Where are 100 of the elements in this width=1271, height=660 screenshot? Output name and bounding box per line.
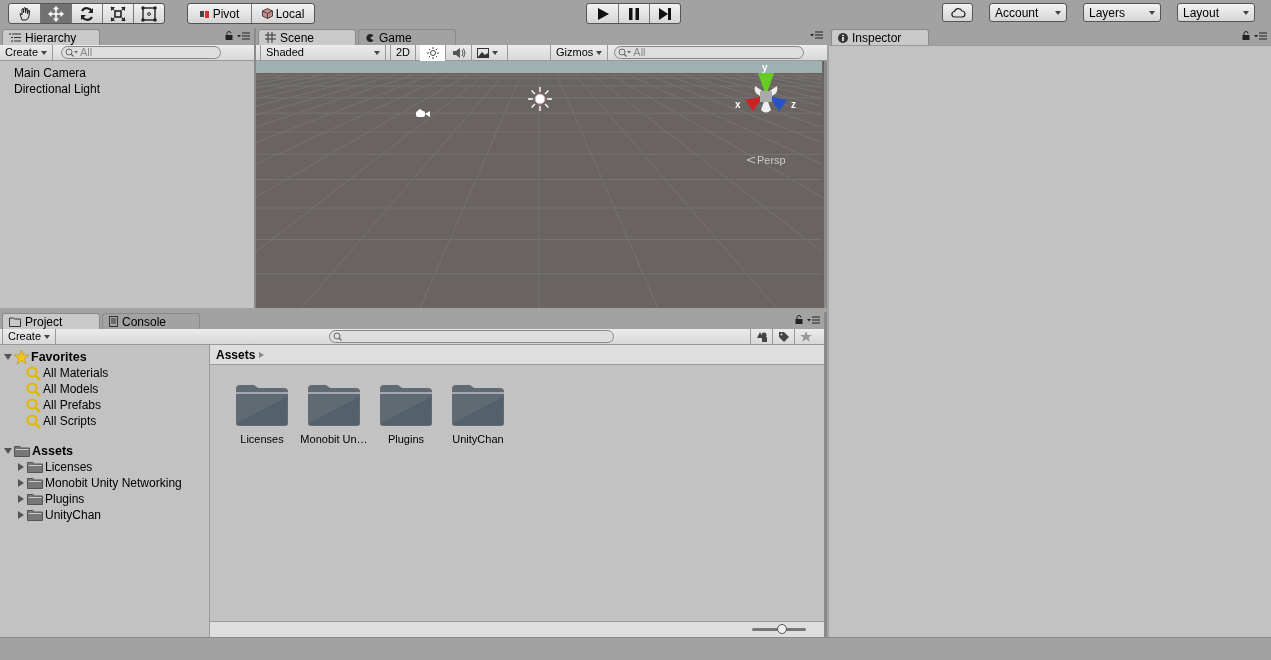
caret-icon [1055,10,1061,15]
scene-viewport[interactable]: y x z Persp [256,61,827,308]
list-icon [9,33,21,42]
panel-menu-icon[interactable] [807,315,820,324]
panel-menu-icon[interactable] [1254,31,1267,40]
sun-icon[interactable] [527,86,553,112]
grid-icon [265,32,276,43]
folder-label[interactable]: Monobit Un… [300,431,368,448]
pacman-icon [365,32,375,43]
cube-icon [261,8,273,19]
tree-section-label[interactable]: Assets [32,441,73,461]
folder-icon [27,509,43,521]
caret-icon [1243,10,1249,15]
search-icon [26,397,41,413]
step-icon [658,6,672,21]
rect-tool-icon [141,5,157,22]
create-button[interactable]: Create [0,44,54,61]
shapes-icon [755,330,768,343]
caret-icon [492,50,499,55]
axis-label: y [762,63,768,73]
breadcrumb-item[interactable]: Assets [216,345,256,364]
collapsed-arrow-icon[interactable] [17,479,25,487]
collapsed-arrow-icon[interactable] [17,511,25,519]
pivot-icon [199,8,210,19]
pivot-button[interactable]: Pivot [188,4,251,23]
hand-icon [16,5,33,22]
axis-gizmo-drawing[interactable] [745,73,787,113]
dropdown-button[interactable]: Account [989,3,1067,22]
star-icon [14,350,29,364]
search-field[interactable]: All [614,46,805,59]
2d-toggle[interactable]: 2D [390,44,417,61]
create-button[interactable]: Create [2,328,57,345]
folder-label[interactable]: Licenses [240,431,284,448]
folder-icon[interactable] [451,383,505,427]
dropdown-button[interactable]: Layout [1177,3,1255,22]
gizmos-dropdown[interactable]: Gizmos [550,44,609,61]
folder-tree-item[interactable]: Licenses [45,458,93,476]
folder-tree-item[interactable]: Plugins [45,490,85,508]
hierarchy-item[interactable]: Directional Light [0,81,254,97]
panel-tab[interactable]: Inspector [831,29,929,45]
search-field[interactable]: All [61,46,222,59]
caret-icon [44,334,51,339]
search-icon [26,381,41,397]
tree-section-label[interactable]: Favorites [31,347,87,367]
folder-label[interactable]: UnityChan [452,431,504,448]
favorite-item[interactable]: All Materials [43,364,109,382]
panel-tab[interactable]: Project [2,313,100,329]
rotate-icon [79,5,95,22]
collapsed-arrow-icon[interactable] [17,495,25,503]
folder-icon [27,493,43,505]
camera-icon[interactable] [416,109,430,118]
collapsed-arrow-icon[interactable] [17,463,25,471]
folder-icon[interactable] [307,383,361,427]
tag-icon [777,330,790,343]
folder-tree-item[interactable]: UnityChan [45,506,102,524]
shading-dropdown[interactable]: Shaded [260,44,386,61]
search-field[interactable] [329,330,615,343]
cloud-button[interactable] [942,3,973,22]
caret-icon [374,50,380,55]
move-arrows-icon [48,5,64,22]
breadcrumb-arrow-icon [259,351,265,358]
panel-menu-icon[interactable] [810,31,823,39]
hierarchy-item[interactable]: Main Camera [0,65,254,81]
favorite-item[interactable]: All Models [43,380,99,398]
folder-icon [9,316,21,327]
favorite-item[interactable]: All Prefabs [43,396,102,414]
cloud-icon [949,6,966,19]
axis-label: z [791,99,796,110]
panel-menu-icon[interactable] [237,31,250,40]
folder-icon [27,461,43,473]
search-icon [26,365,41,381]
expanded-arrow-icon[interactable] [4,353,12,361]
panel-tab[interactable]: Scene [258,29,356,45]
dropdown-button[interactable]: Layers [1083,3,1161,22]
slider-thumb[interactable] [776,624,787,634]
folder-icon [14,445,30,457]
image-icon [477,47,490,58]
folder-icon[interactable] [235,383,289,427]
pause-icon [627,6,641,21]
lock-icon[interactable] [225,31,233,40]
caret-icon [596,50,603,55]
favorite-item[interactable]: All Scripts [43,412,97,430]
folder-label[interactable]: Plugins [387,431,425,448]
document-icon [109,316,118,327]
info-icon [838,32,848,43]
scale-icon [110,5,126,22]
expanded-arrow-icon[interactable] [4,447,12,455]
lock-icon[interactable] [1242,31,1250,40]
play-icon [595,6,610,21]
pivot-button[interactable]: Local [251,4,314,23]
perspective-icon [746,156,755,165]
folder-icon[interactable] [379,383,433,427]
lock-icon[interactable] [795,315,803,324]
panel-tab[interactable]: Hierarchy [2,29,100,45]
folder-tree-item[interactable]: Monobit Unity Networking [45,474,182,492]
lighting-toggle[interactable] [420,44,447,61]
caret-icon [41,50,48,55]
projection-label[interactable]: Persp [746,152,786,169]
caret-icon [1149,10,1155,15]
folder-icon [27,477,43,489]
